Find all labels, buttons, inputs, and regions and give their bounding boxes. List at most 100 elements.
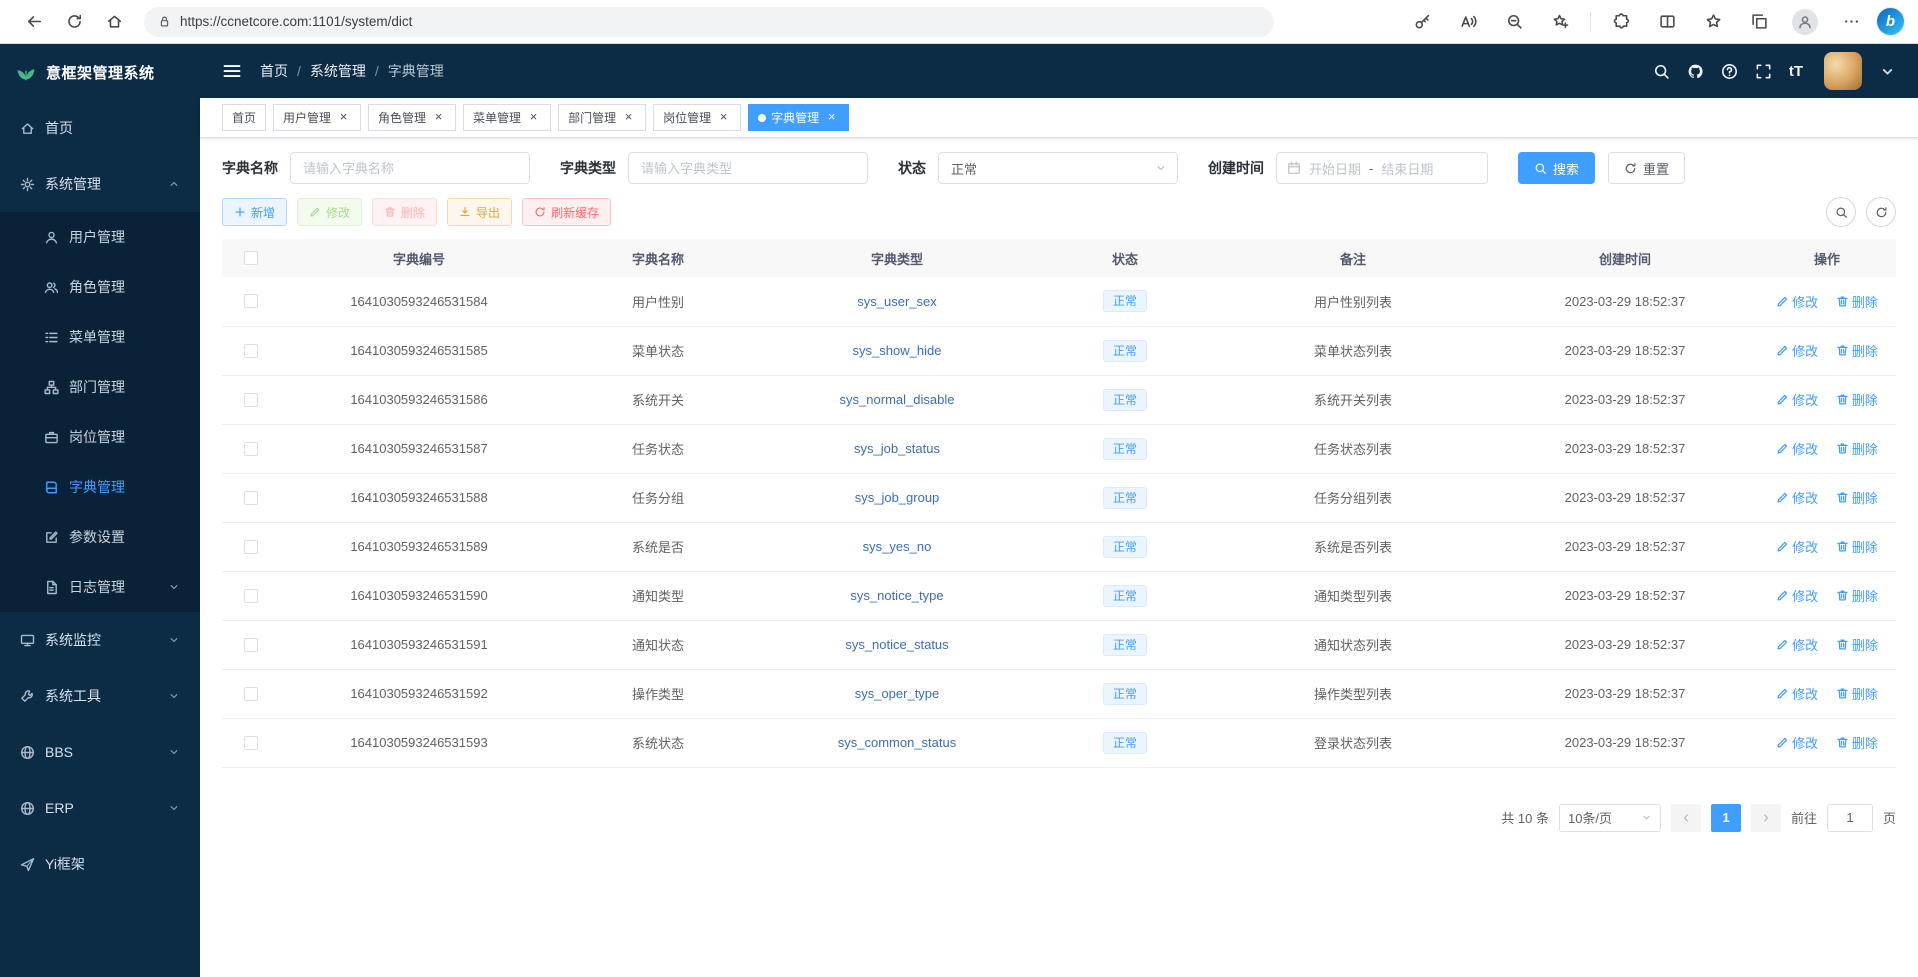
extensions-button[interactable]	[1601, 5, 1641, 39]
help-icon[interactable]	[1721, 63, 1738, 80]
edit-link[interactable]: 修改	[1776, 684, 1818, 703]
menu-item[interactable]: 用户管理	[0, 212, 200, 262]
delete-link[interactable]: 删除	[1836, 292, 1878, 311]
tab-close-icon[interactable]: ×	[716, 110, 731, 125]
menu-item[interactable]: 系统监控	[0, 612, 200, 668]
row-checkbox[interactable]	[244, 638, 258, 652]
edit-button[interactable]: 修改	[297, 198, 362, 226]
row-checkbox[interactable]	[244, 736, 258, 750]
date-range-picker[interactable]: 开始日期 - 结束日期	[1276, 152, 1488, 184]
menu-item[interactable]: 菜单管理	[0, 312, 200, 362]
menu-item[interactable]: 首页	[0, 100, 200, 156]
menu-item[interactable]: 字典管理	[0, 462, 200, 512]
delete-link[interactable]: 删除	[1836, 439, 1878, 458]
search-toggle-button[interactable]	[1826, 197, 1856, 227]
row-checkbox[interactable]	[244, 491, 258, 505]
edit-link[interactable]: 修改	[1776, 537, 1818, 556]
row-checkbox[interactable]	[244, 344, 258, 358]
split-screen-button[interactable]	[1647, 5, 1687, 39]
menu-item[interactable]: 部门管理	[0, 362, 200, 412]
browser-menu-button[interactable]	[1831, 5, 1871, 39]
dict-type-link[interactable]: sys_normal_disable	[840, 392, 955, 407]
dict-type-link[interactable]: sys_job_group	[855, 490, 940, 505]
edit-link[interactable]: 修改	[1776, 390, 1818, 409]
tab-close-icon[interactable]: ×	[336, 110, 351, 125]
row-checkbox[interactable]	[244, 442, 258, 456]
back-button[interactable]	[14, 5, 54, 39]
refresh-button[interactable]	[54, 5, 94, 39]
delete-link[interactable]: 删除	[1836, 488, 1878, 507]
tab-close-icon[interactable]: ×	[526, 110, 541, 125]
add-button[interactable]: 新增	[222, 198, 287, 226]
dict-type-input[interactable]	[628, 152, 868, 184]
status-select[interactable]: 正常	[938, 152, 1178, 184]
browser-profile-button[interactable]	[1785, 5, 1825, 39]
dict-type-link[interactable]: sys_notice_type	[850, 588, 943, 603]
bing-chat-icon[interactable]: b	[1877, 8, 1904, 35]
delete-link[interactable]: 删除	[1836, 733, 1878, 752]
address-bar[interactable]: https://ccnetcore.com:1101/system/dict	[144, 7, 1274, 37]
dict-name-input[interactable]	[290, 152, 530, 184]
tab[interactable]: 首页 ×	[222, 104, 266, 131]
delete-link[interactable]: 删除	[1836, 586, 1878, 605]
zoom-button[interactable]	[1494, 5, 1534, 39]
goto-input[interactable]	[1827, 804, 1873, 832]
tab-close-icon[interactable]: ×	[621, 110, 636, 125]
edit-link[interactable]: 修改	[1776, 292, 1818, 311]
delete-link[interactable]: 删除	[1836, 635, 1878, 654]
menu-item[interactable]: 角色管理	[0, 262, 200, 312]
dict-type-link[interactable]: sys_yes_no	[863, 539, 932, 554]
dict-type-link[interactable]: sys_oper_type	[855, 686, 940, 701]
read-aloud-button[interactable]	[1448, 5, 1488, 39]
search-button[interactable]: 搜索	[1518, 152, 1595, 184]
next-page-button[interactable]	[1751, 804, 1781, 832]
menu-item[interactable]: 岗位管理	[0, 412, 200, 462]
tab[interactable]: 用户管理 ×	[273, 104, 361, 131]
tab[interactable]: 字典管理 ×	[748, 104, 849, 131]
delete-button[interactable]: 删除	[372, 198, 437, 226]
home-button[interactable]	[94, 5, 134, 39]
menu-item[interactable]: ERP	[0, 780, 200, 836]
dict-type-link[interactable]: sys_show_hide	[853, 343, 942, 358]
edit-link[interactable]: 修改	[1776, 439, 1818, 458]
dict-type-link[interactable]: sys_common_status	[838, 735, 957, 750]
edit-link[interactable]: 修改	[1776, 488, 1818, 507]
dict-type-link[interactable]: sys_job_status	[854, 441, 940, 456]
delete-link[interactable]: 删除	[1836, 684, 1878, 703]
tab[interactable]: 岗位管理 ×	[653, 104, 741, 131]
search-icon[interactable]	[1653, 63, 1670, 80]
delete-link[interactable]: 删除	[1836, 341, 1878, 360]
breadcrumb-item[interactable]: 首页 /	[260, 61, 310, 81]
favorite-add-button[interactable]	[1540, 5, 1580, 39]
caret-down-icon[interactable]	[1879, 63, 1896, 80]
fullscreen-icon[interactable]	[1755, 63, 1772, 80]
menu-item[interactable]: Yi框架	[0, 836, 200, 892]
dict-type-link[interactable]: sys_user_sex	[857, 294, 936, 309]
row-checkbox[interactable]	[244, 393, 258, 407]
reset-button[interactable]: 重置	[1608, 152, 1685, 184]
tab-close-icon[interactable]: ×	[431, 110, 446, 125]
dict-type-link[interactable]: sys_notice_status	[845, 637, 948, 652]
edit-link[interactable]: 修改	[1776, 341, 1818, 360]
breadcrumb-item[interactable]: 系统管理 /	[310, 61, 388, 81]
edit-link[interactable]: 修改	[1776, 733, 1818, 752]
menu-item[interactable]: 日志管理	[0, 562, 200, 612]
page-number-button[interactable]: 1	[1711, 804, 1741, 832]
tab[interactable]: 菜单管理 ×	[463, 104, 551, 131]
user-avatar[interactable]	[1824, 52, 1862, 90]
edit-link[interactable]: 修改	[1776, 635, 1818, 654]
menu-item[interactable]: 系统管理	[0, 156, 200, 212]
row-checkbox[interactable]	[244, 687, 258, 701]
row-checkbox[interactable]	[244, 589, 258, 603]
page-size-select[interactable]: 10条/页	[1559, 804, 1661, 832]
tab[interactable]: 部门管理 ×	[558, 104, 646, 131]
row-checkbox[interactable]	[244, 294, 258, 308]
tab[interactable]: 角色管理 ×	[368, 104, 456, 131]
collections-button[interactable]	[1739, 5, 1779, 39]
edit-link[interactable]: 修改	[1776, 586, 1818, 605]
font-size-icon[interactable]: tT	[1789, 63, 1803, 80]
menu-item[interactable]: 系统工具	[0, 668, 200, 724]
delete-link[interactable]: 删除	[1836, 390, 1878, 409]
hamburger-icon[interactable]	[222, 61, 242, 81]
password-key-button[interactable]	[1402, 5, 1442, 39]
